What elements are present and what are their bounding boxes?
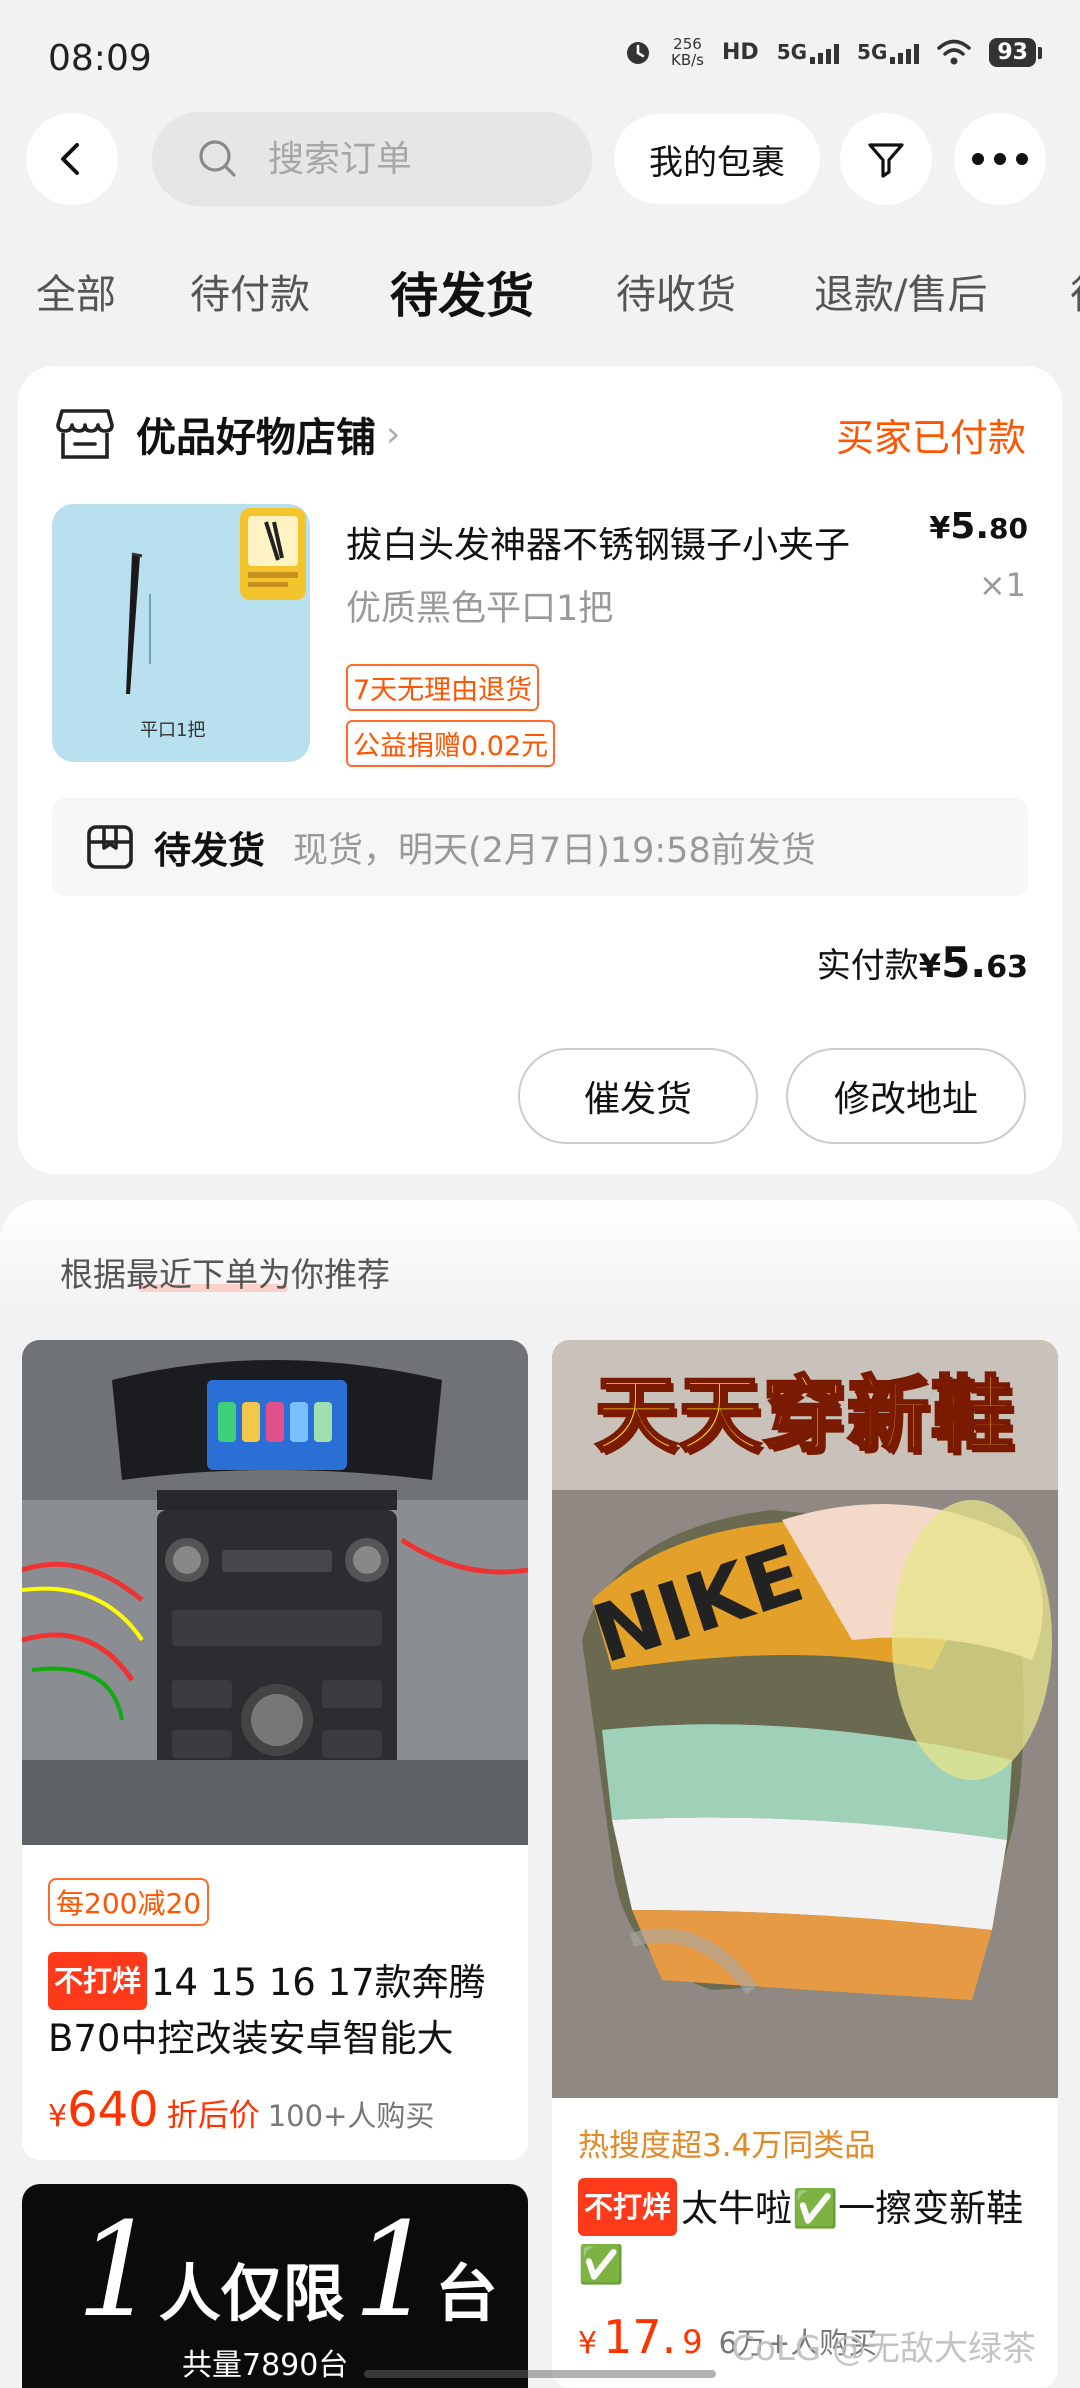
tab-pending-shipment[interactable]: 待发货: [390, 262, 534, 326]
package-icon: [87, 825, 133, 869]
ship-description: 现货，明天(2月7日)19:58前发货: [293, 830, 816, 871]
product-spec: 优质黑色平口1把: [346, 589, 614, 629]
search-icon: [199, 140, 236, 177]
product-name: 不打烊 太牛啦✅一擦变新鞋✅: [578, 2178, 1038, 2293]
tab-refund[interactable]: 退款/售后: [814, 262, 987, 320]
shop-name[interactable]: 优品好物店铺: [136, 405, 376, 463]
shop-row[interactable]: 优品好物店铺 › 买家已付款: [56, 402, 1026, 466]
limited-subtext: 共量7890台: [182, 2348, 349, 2383]
tab-pending-payment[interactable]: 待付款: [190, 262, 310, 320]
filter-button[interactable]: [840, 113, 932, 205]
product-card-shoe-cleaner[interactable]: NIKE 天天穿新鞋 热搜度超3.4万同类品 不打烊 太牛啦✅一擦变新鞋✅ ¥17…: [552, 1340, 1058, 2388]
product-card-limited[interactable]: 1 人仅限 1 台 共量7890台: [22, 2184, 528, 2388]
urge-shipment-button[interactable]: 催发货: [518, 1048, 758, 1144]
promo-banner-text: 天天穿新鞋: [593, 1367, 1015, 1465]
status-bar: 08:09 256 KB/s HD 5G 5G 93: [0, 0, 1080, 110]
limited-banner: 1 人仅限 1 台: [76, 2194, 498, 2346]
product-name: 不打烊 14 15 16 17款奔腾B70中控改装安卓智能大: [48, 1952, 508, 2067]
car-stereo-image[interactable]: [22, 1340, 528, 1845]
modify-address-button[interactable]: 修改地址: [786, 1048, 1026, 1144]
tab-more-cut[interactable]: 待: [1070, 262, 1080, 320]
search-box[interactable]: [152, 112, 592, 206]
order-tabs: 全部 待付款 待发货 待收货 退款/售后 待: [0, 262, 1080, 332]
badge: 不打烊: [48, 1952, 148, 2010]
my-packages-button[interactable]: 我的包裹: [614, 114, 820, 204]
product-price: ¥5.80: [929, 506, 1028, 547]
paid-amount: 实付款 ¥5. 63: [816, 938, 1028, 987]
promo-tag: 每200减20: [48, 1878, 210, 1926]
badge: 不打烊: [578, 2178, 678, 2236]
product-title[interactable]: 拔白头发神器不锈钢镊子小夹子: [346, 516, 916, 568]
status-time: 08:09: [48, 38, 152, 79]
donation-tag: 公益捐赠0.02元: [346, 720, 556, 767]
sales-count: 100+人购买: [267, 2099, 435, 2133]
home-indicator[interactable]: [364, 2370, 716, 2378]
signal-icon-2: 5G: [857, 40, 920, 64]
alarm-icon: [627, 42, 649, 64]
back-button[interactable]: [26, 113, 118, 205]
product-image[interactable]: 平口1把: [52, 504, 310, 762]
store-icon: [56, 409, 114, 459]
tab-pending-receipt[interactable]: 待收货: [616, 262, 736, 320]
back-icon: [61, 143, 79, 175]
top-bar: 我的包裹: [0, 112, 1080, 208]
net-speed: 256 KB/s: [671, 35, 704, 69]
more-button[interactable]: [954, 113, 1046, 205]
hd-icon: HD: [722, 39, 759, 65]
price: 640: [67, 2082, 159, 2138]
ship-status: 待发货: [154, 829, 265, 872]
return-policy-tag: 7天无理由退货: [346, 664, 540, 711]
shoe-cleaner-image[interactable]: NIKE 天天穿新鞋: [552, 1340, 1058, 2098]
filter-icon: [868, 143, 904, 178]
tab-all[interactable]: 全部: [36, 262, 116, 320]
recommendations-title: 根据最近下单为你推荐: [60, 1255, 390, 1294]
signal-icon: 5G: [777, 40, 840, 64]
battery-icon: 93: [989, 37, 1042, 67]
wifi-icon: [937, 39, 972, 65]
product-quantity: ×1: [978, 566, 1026, 604]
search-input[interactable]: [268, 138, 548, 180]
hot-search-info: 热搜度超3.4万同类品: [578, 2128, 876, 2164]
price-row: ¥640 折后价 100+人购买: [48, 2082, 435, 2138]
chevron-right-icon: ›: [386, 413, 401, 455]
product-card-car-stereo[interactable]: 每200减20 不打烊 14 15 16 17款奔腾B70中控改装安卓智能大 ¥6…: [22, 1340, 528, 2160]
watermark: CoLG @无敌大绿茶: [731, 2329, 1036, 2369]
price-note: 折后价: [166, 2098, 260, 2134]
product-image-caption: 平口1把: [140, 720, 206, 741]
shipping-info: 待发货 现货，明天(2月7日)19:58前发货: [52, 798, 1028, 896]
recommendations: 根据最近下单为你推荐 每200减20 不打烊 14 15 16 17款奔腾B70…: [0, 1200, 1080, 2388]
order-status: 买家已付款: [835, 415, 1026, 460]
price: 17.: [603, 2310, 677, 2364]
order-card: 优品好物店铺 › 买家已付款 平口1把 拔白头发神器不锈钢镊子小夹子 优质黑色平…: [18, 366, 1062, 1174]
status-icons: 256 KB/s HD 5G 5G 93: [623, 35, 1042, 69]
more-icon: [972, 153, 1028, 165]
